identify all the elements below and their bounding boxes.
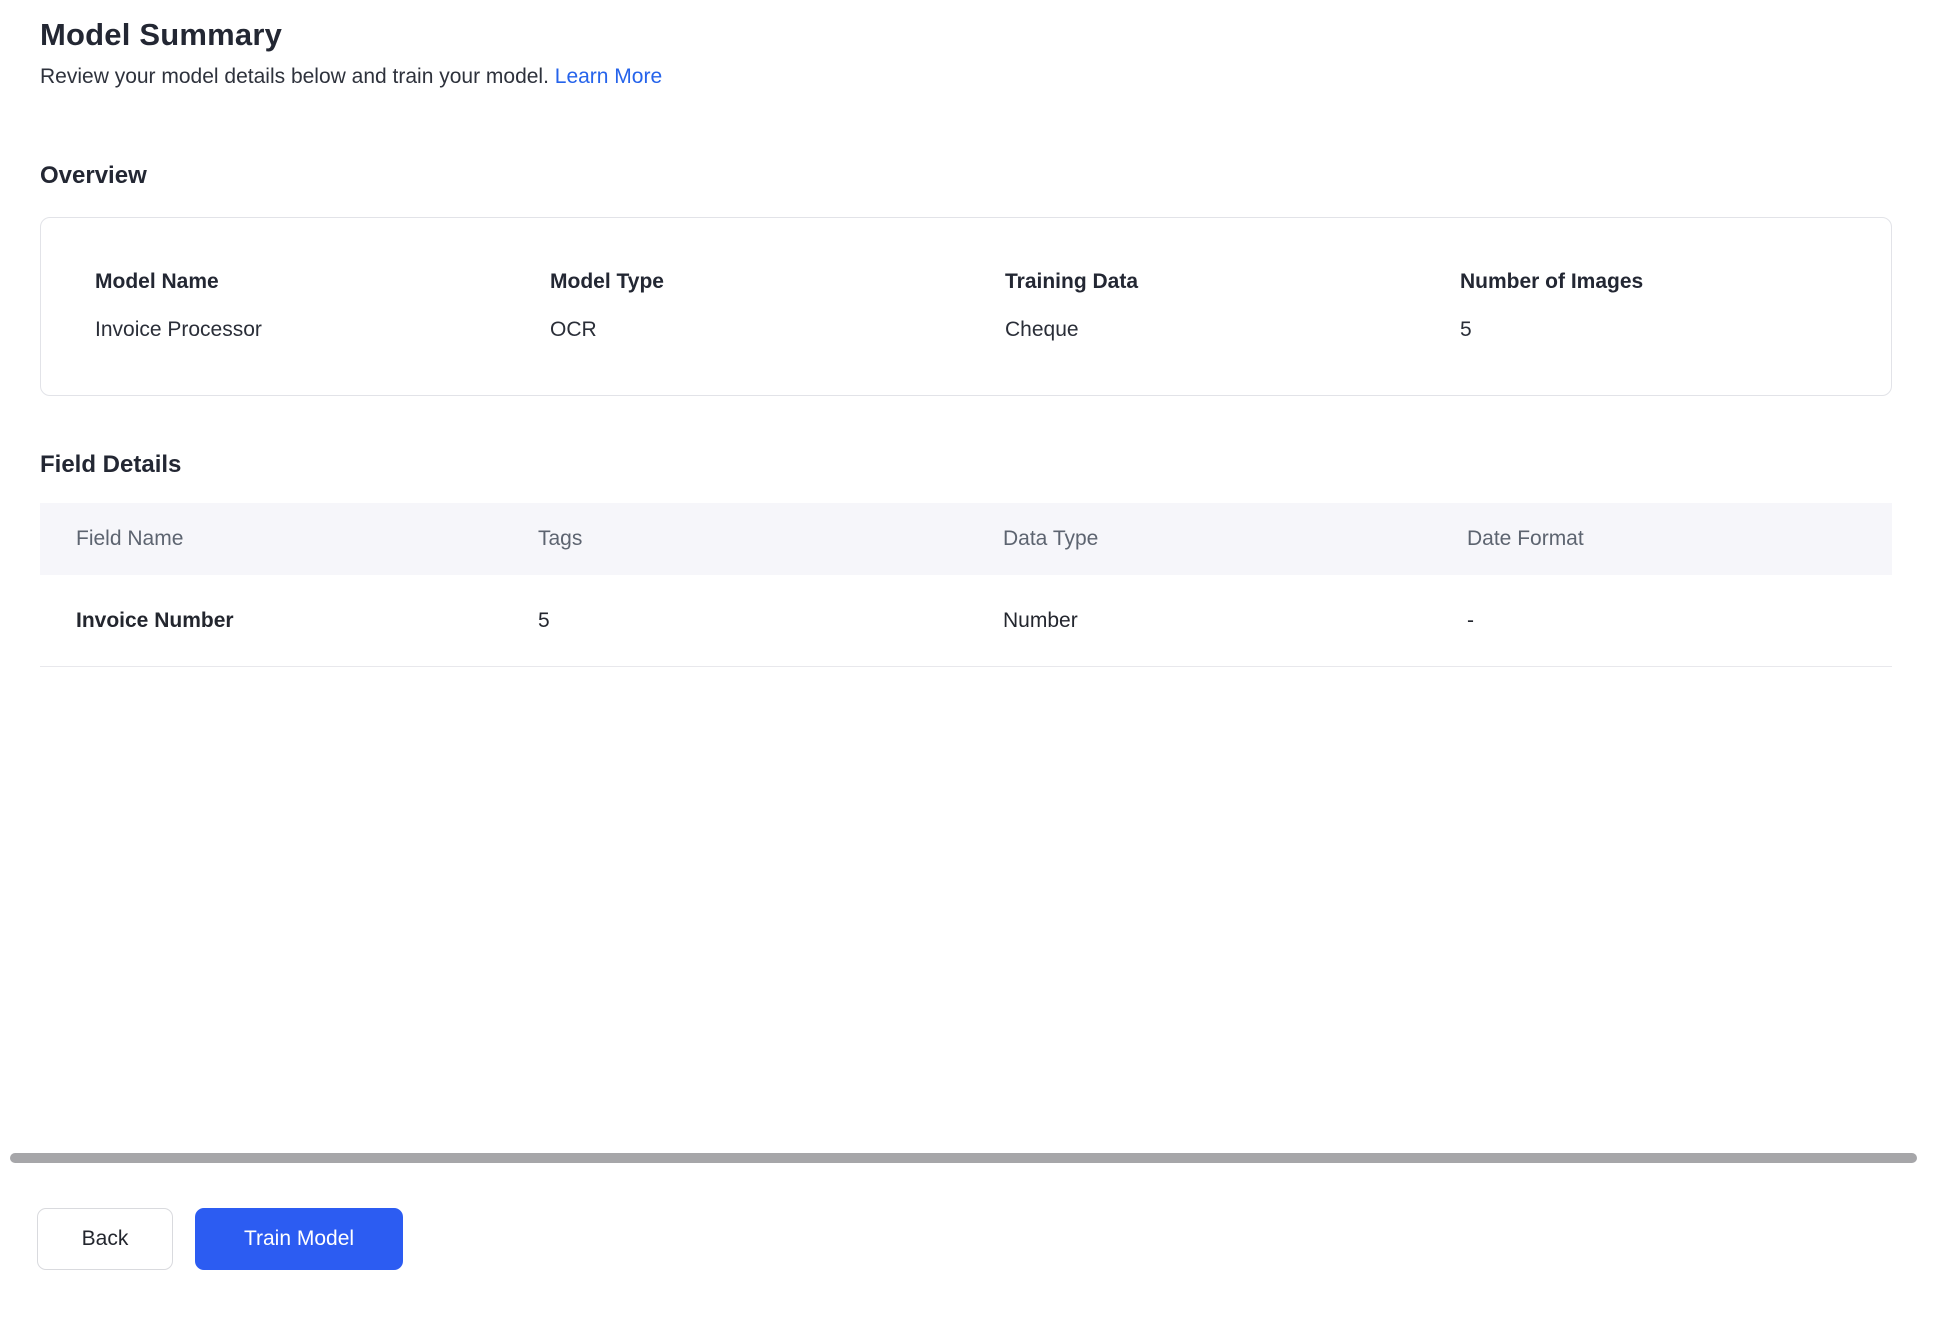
field-details-heading: Field Details xyxy=(40,451,182,478)
overview-field-value: 5 xyxy=(1460,318,1472,341)
cell-field-name: Invoice Number xyxy=(76,608,234,632)
page-subtitle: Review your model details below and trai… xyxy=(40,65,1892,89)
learn-more-link[interactable]: Learn More xyxy=(555,65,662,88)
overview-field-model-name: Model Name Invoice Processor xyxy=(95,270,550,342)
footer-actions: Back Train Model xyxy=(37,1208,403,1270)
overview-field-number-of-images: Number of Images 5 xyxy=(1460,270,1891,342)
overview-field-training-data: Training Data Cheque xyxy=(1005,270,1460,342)
train-model-button[interactable]: Train Model xyxy=(195,1208,403,1270)
overview-card: Model Name Invoice Processor Model Type … xyxy=(40,217,1892,396)
overview-field-value: Invoice Processor xyxy=(95,318,262,341)
table-header-row: Field Name Tags Data Type Date Format xyxy=(40,503,1892,575)
overview-field-label: Number of Images xyxy=(1460,270,1644,293)
cell-date-format: - xyxy=(1467,608,1474,632)
column-header-tags: Tags xyxy=(538,527,583,550)
page-subtitle-text: Review your model details below and trai… xyxy=(40,65,549,88)
overview-field-label: Model Name xyxy=(95,270,219,293)
main-content: Model Summary Review your model details … xyxy=(0,0,1948,667)
overview-field-label: Training Data xyxy=(1005,270,1139,293)
page-title: Model Summary xyxy=(40,17,283,52)
table-row: Invoice Number 5 Number - xyxy=(40,575,1892,667)
horizontal-scrollbar[interactable] xyxy=(10,1153,1917,1163)
column-header-data-type: Data Type xyxy=(1003,527,1099,550)
back-button[interactable]: Back xyxy=(37,1208,173,1270)
overview-heading: Overview xyxy=(40,162,147,189)
cell-tags: 5 xyxy=(538,608,550,632)
cell-data-type: Number xyxy=(1003,608,1078,632)
overview-field-value: OCR xyxy=(550,318,597,341)
overview-field-model-type: Model Type OCR xyxy=(550,270,1005,342)
overview-field-label: Model Type xyxy=(550,270,664,293)
overview-field-value: Cheque xyxy=(1005,318,1079,341)
column-header-date-format: Date Format xyxy=(1467,527,1584,550)
field-details-table: Field Name Tags Data Type Date Format In… xyxy=(40,503,1892,667)
column-header-field-name: Field Name xyxy=(76,527,184,550)
